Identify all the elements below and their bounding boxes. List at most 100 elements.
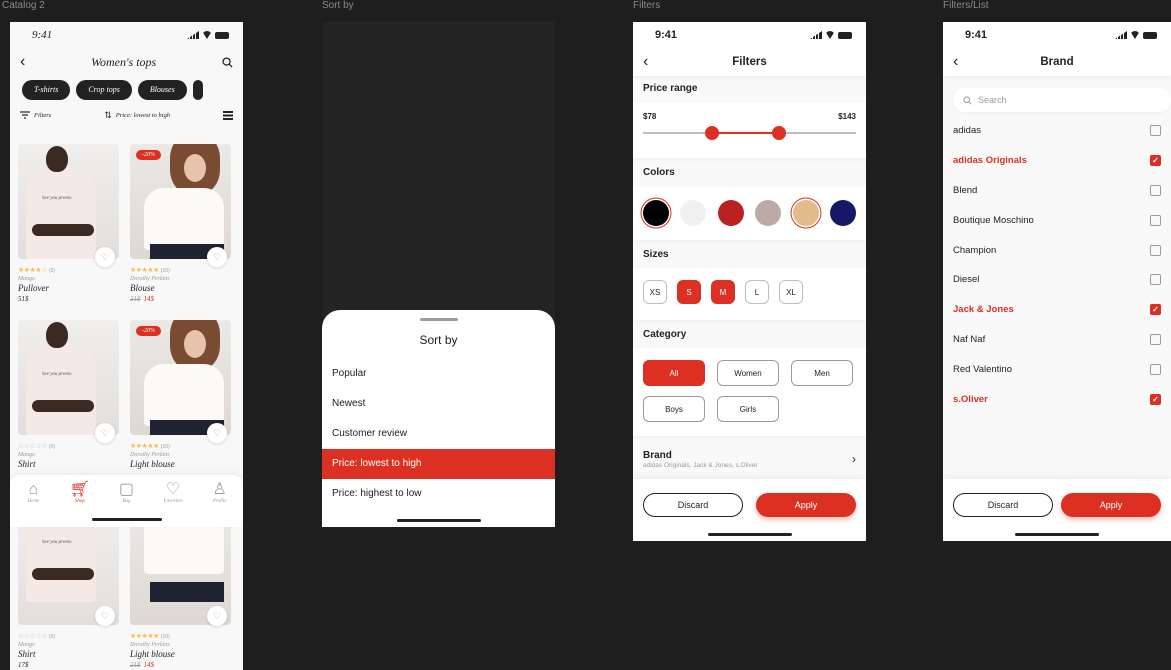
price-slider[interactable] [643, 121, 856, 145]
category-women[interactable]: Women [717, 360, 779, 386]
favorite-icon[interactable]: ♡ [95, 423, 115, 443]
sort-option-customer-review[interactable]: Customer review [322, 419, 555, 449]
category-men[interactable]: Men [791, 360, 853, 386]
product-card[interactable]: See you promo ♡ ☆☆☆☆☆ (0) Mango Shirt 17$ [18, 512, 119, 670]
brand-actions: Discard Apply [943, 479, 1171, 541]
chip-crop-tops[interactable]: Crop tops [76, 80, 132, 100]
discard-button[interactable]: Discard [643, 493, 743, 517]
brand-item-boutique-moschino[interactable]: Boutique Moschino [943, 205, 1171, 235]
category-boys[interactable]: Boys [643, 396, 705, 422]
rating: ★★★★★ (10) [130, 633, 170, 640]
tab-bag[interactable]: ▢ Bag [106, 481, 146, 504]
catalog-header: ‹ Women's tops [10, 48, 243, 76]
product-brand: Mango [18, 276, 35, 282]
brand-item-red-valentino[interactable]: Red Valentino [943, 354, 1171, 384]
favorite-icon[interactable]: ♡ [207, 423, 227, 443]
price-range-title: Price range [643, 83, 698, 94]
sort-option-price-high-low[interactable]: Price: highest to low [322, 479, 555, 509]
checkbox[interactable] [1150, 214, 1161, 226]
color-swatch-red[interactable] [717, 200, 744, 226]
checkbox[interactable] [1150, 274, 1161, 286]
brand-item-adidas-originals[interactable]: adidas Originals ✓ [943, 146, 1171, 176]
back-icon[interactable]: ‹ [20, 54, 25, 70]
brand-item-naf-naf[interactable]: Naf Naf [943, 325, 1171, 355]
catalog-toolbar: Filters ⇅ Price: lowest to high [10, 104, 243, 126]
sheet-handle[interactable] [419, 318, 458, 321]
list-view-icon[interactable] [222, 110, 233, 120]
sort-option-price-low-high[interactable]: Price: lowest to high [322, 449, 555, 479]
status-time: 9:41 [965, 29, 988, 41]
product-grid-lower: See you promo ♡ ☆☆☆☆☆ (0) Mango Shirt 17$… [10, 512, 243, 670]
battery-icon [215, 31, 229, 39]
brand-filter-row[interactable]: Brand adidas Originals, Jack & Jones, s.… [633, 444, 866, 474]
product-card[interactable]: ♡ ★★★★★ (10) Dorothy Perkins Light blouse… [130, 512, 231, 670]
color-swatch-beige[interactable] [792, 200, 819, 226]
tab-profile[interactable]: ♙ Profile [200, 481, 240, 504]
sale-price: 14$ [143, 661, 155, 669]
sort-option-newest[interactable]: Newest [322, 389, 555, 419]
size-xs[interactable]: XS [643, 280, 667, 304]
sort-option-popular[interactable]: Popular [322, 359, 555, 389]
profile-icon: ♙ [212, 481, 227, 498]
back-icon[interactable]: ‹ [643, 54, 648, 70]
product-name: Blouse [130, 283, 155, 293]
brand-item-diesel[interactable]: Diesel [943, 265, 1171, 295]
slider-min-handle[interactable] [705, 126, 719, 140]
apply-button[interactable]: Apply [1061, 493, 1161, 517]
chip-tshirts[interactable]: T-shirts [22, 80, 71, 100]
checkbox[interactable] [1150, 333, 1161, 345]
color-swatch-white[interactable] [680, 200, 707, 226]
brand-item-champion[interactable]: Champion [943, 235, 1171, 265]
color-swatch-black[interactable] [643, 200, 669, 226]
size-s[interactable]: S [677, 280, 701, 304]
category-all[interactable]: All [643, 360, 705, 386]
product-card[interactable]: -20% ♡ ★★★★★ (10) Dorothy Perkins Light b… [130, 320, 231, 496]
product-name: Light blouse [130, 459, 175, 469]
brand-item-s-oliver[interactable]: s.Oliver ✓ [943, 384, 1171, 414]
tab-home[interactable]: ⌂ Home [13, 481, 53, 504]
product-card[interactable]: See you promo ♡ ☆☆☆☆☆ (0) Mango Shirt [18, 320, 119, 496]
product-name: Shirt [18, 459, 36, 469]
size-m[interactable]: M [711, 280, 735, 304]
color-swatch-navy[interactable] [829, 200, 856, 226]
checkbox[interactable]: ✓ [1150, 155, 1161, 167]
search-input[interactable]: Search [953, 88, 1171, 112]
discard-button[interactable]: Discard [953, 493, 1053, 517]
favorite-icon[interactable]: ♡ [207, 606, 227, 626]
search-icon[interactable] [222, 56, 233, 68]
slider-max-handle[interactable] [772, 126, 786, 140]
back-icon[interactable]: ‹ [953, 54, 958, 70]
product-card[interactable]: See you promo ♡ ★★★★☆ (3) Mango Pullover … [18, 144, 119, 320]
product-name: Pullover [18, 283, 49, 293]
favorite-icon[interactable]: ♡ [95, 606, 115, 626]
checkbox[interactable] [1150, 363, 1161, 375]
favorite-icon[interactable]: ♡ [95, 247, 115, 267]
chip-blouses[interactable]: Blouses [137, 80, 187, 100]
brand-item-blend[interactable]: Blend [943, 176, 1171, 206]
filters-button[interactable]: Filters [20, 111, 51, 119]
tab-favorites[interactable]: ♡ Favorites [153, 481, 193, 504]
checkbox[interactable] [1150, 244, 1161, 256]
checkbox[interactable]: ✓ [1150, 304, 1161, 316]
size-xl[interactable]: XL [779, 280, 803, 304]
chevron-right-icon: › [852, 452, 856, 466]
color-swatch-grey[interactable] [755, 200, 782, 226]
brand-item-adidas[interactable]: adidas [943, 116, 1171, 146]
checkbox[interactable] [1150, 125, 1161, 137]
signal-icon [810, 31, 822, 39]
sale-price: 14$ [143, 295, 155, 303]
tab-shop[interactable]: 🛒︎ Shop [60, 481, 100, 504]
colors-section [633, 186, 866, 240]
favorite-icon[interactable]: ♡ [207, 247, 227, 267]
checkbox[interactable]: ✓ [1150, 393, 1161, 405]
apply-button[interactable]: Apply [756, 493, 856, 517]
brand-item-jack-jones[interactable]: Jack & Jones ✓ [943, 295, 1171, 325]
product-card[interactable]: -20% ♡ ★★★★★ (10) Dorothy Perkins Blouse … [130, 144, 231, 320]
size-l[interactable]: L [745, 280, 769, 304]
price-max: $143 [838, 112, 856, 121]
sort-button[interactable]: ⇅ Price: lowest to high [104, 110, 170, 121]
checkbox[interactable] [1150, 184, 1161, 196]
category-girls[interactable]: Girls [717, 396, 779, 422]
sale-badge: -20% [136, 150, 161, 160]
chip-more[interactable] [192, 80, 203, 100]
